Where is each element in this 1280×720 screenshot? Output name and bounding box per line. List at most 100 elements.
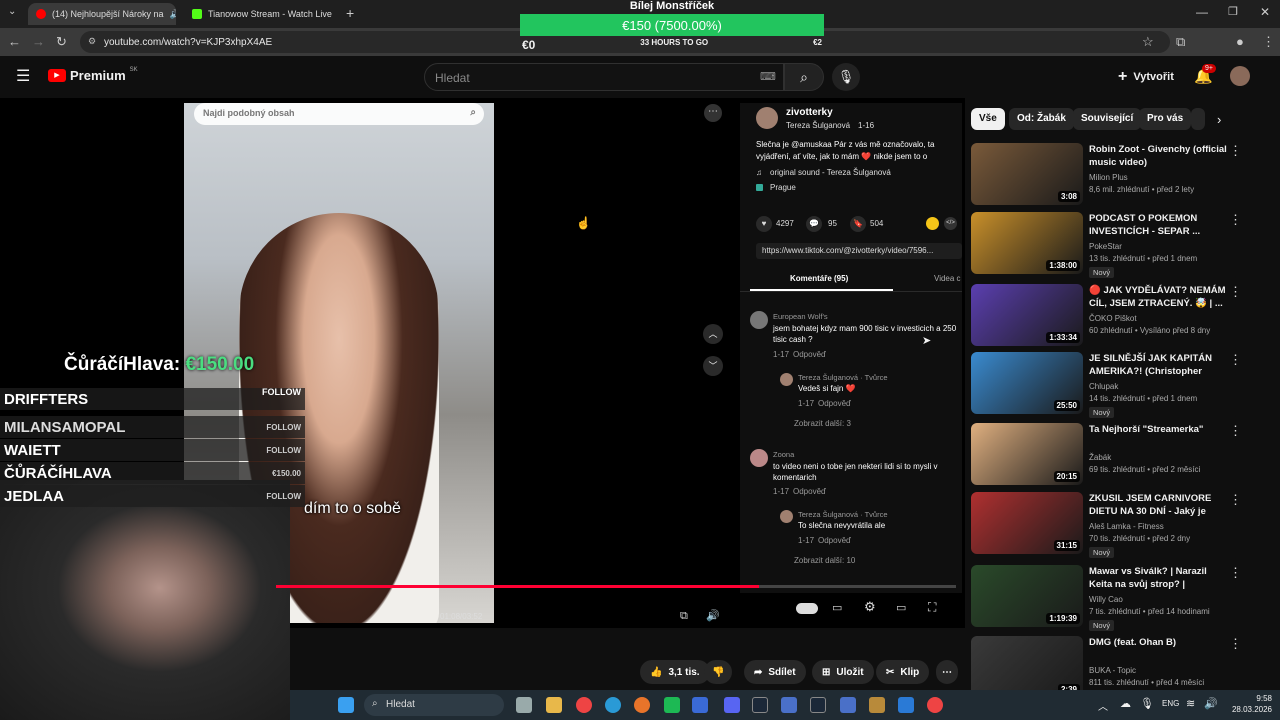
speaker-icon[interactable]: 🔊 [1204,697,1218,710]
app-icon[interactable] [840,697,856,713]
wifi-icon[interactable]: ≋ [1186,697,1195,710]
browser-tab-stream[interactable]: Tianowow Stream - Watch Live ✕ [184,3,338,25]
recommendation-item[interactable]: 1:38:00 PODCAST O POKEMON INVESTICÍCH - S… [971,212,1271,278]
more-vert-icon[interactable]: ⋮ [1229,636,1242,652]
video-thumbnail[interactable]: 20:15 [971,423,1083,485]
recommendation-item[interactable]: 1:33:34 🔴 JAK VYDĚLÁVAT? NEMÁM CÍL, JSEM … [971,284,1271,348]
video-thumbnail[interactable]: 1:19:39 [971,565,1083,627]
coin-icon[interactable] [926,217,939,230]
dislike-button[interactable]: 👎 [704,660,733,684]
search-button[interactable]: ⌕ [784,63,824,91]
video-thumbnail[interactable]: 1:33:34 [971,284,1083,346]
channel-name[interactable]: Milion Plus [1089,172,1239,184]
more-actions-button[interactable]: ⋯ [936,660,958,684]
menu-icon[interactable]: ⋮ [1262,34,1275,50]
hamburger-menu-icon[interactable]: ☰ [16,66,30,86]
channel-name[interactable]: Chlupak [1089,381,1239,393]
taskbar-search[interactable]: ⌕ Hledat [364,694,504,716]
video-title[interactable]: Robin Zoot - Givenchy (official music vi… [1089,143,1229,169]
chips-next-icon[interactable]: › [1217,112,1221,127]
autoplay-toggle[interactable] [796,603,818,614]
fullscreen-icon[interactable]: ⛶ [928,600,936,615]
picture-in-picture-icon[interactable]: ⧉ [680,610,688,623]
channel-name[interactable]: ČOKO Piškot [1089,313,1239,325]
youtube-logo[interactable]: ▶ Premium SK [48,67,138,83]
reply-author[interactable]: Tereza Šulganová · Tvůrce [798,510,888,519]
reload-icon[interactable]: ↻ [56,34,67,50]
steam-icon[interactable] [810,697,826,713]
reply-link[interactable]: Odpověď [793,487,826,496]
comment-author[interactable]: Zoona [773,450,794,459]
file-explorer-icon[interactable] [546,697,562,713]
volume-icon[interactable]: 🔊 [706,609,720,622]
reply-link[interactable]: Odpověď [818,536,851,545]
clock[interactable]: 9:58 28.03.2026 [1226,693,1272,715]
reply-avatar[interactable] [780,510,793,523]
more-options-icon[interactable]: ⋯ [704,104,722,122]
comment-avatar[interactable] [750,449,768,467]
video-link-field[interactable]: https://www.tiktok.com/@zivotterky/video… [756,243,962,259]
video-title[interactable]: PODCAST O POKEMON INVESTICÍCH - SEPAR ..… [1089,212,1229,238]
microphone-icon[interactable]: 🎙 [1140,697,1154,710]
account-avatar[interactable] [1230,66,1250,86]
more-vert-icon[interactable]: ⋮ [1229,492,1242,508]
video-progress-bar[interactable] [276,585,956,588]
video-title[interactable]: DMG (feat. Ohan B) [1089,636,1229,649]
sound-name[interactable]: original sound - Tereza Šulganová [770,168,891,177]
creator-username[interactable]: zivotterky [786,107,833,118]
tab-search-icon[interactable]: ⌄ [8,6,16,17]
chrome-icon[interactable] [927,697,943,713]
video-title[interactable]: Ta Nejhorší "Streamerka" [1089,423,1229,436]
new-tab-icon[interactable]: + [346,5,354,21]
video-thumbnail[interactable]: 25:50 [971,352,1083,414]
firefox-icon[interactable] [634,697,650,713]
create-button[interactable]: + Vytvořit [1118,68,1174,86]
video-title[interactable]: ZKUSIL JSEM CARNIVORE DIETU NA 30 DNÍ - … [1089,492,1229,518]
recommendation-item[interactable]: 3:08 Robin Zoot - Givenchy (official musi… [971,143,1271,207]
theater-mode-icon[interactable]: ▭ [896,601,906,614]
windows-start-icon[interactable] [338,697,354,713]
reply-avatar[interactable] [780,373,793,386]
recommendation-item[interactable]: 20:15 Ta Nejhorší "Streamerka" Žabák 69 tis… [971,423,1271,487]
reply-link[interactable]: Odpověď [793,350,826,359]
maximize-icon[interactable]: ❐ [1228,5,1238,18]
bookmark-star-icon[interactable]: ☆ [1142,34,1154,50]
clip-button[interactable]: ✂ Klip [876,660,930,684]
subtitles-icon[interactable]: ▭ [832,601,842,614]
browser-tab-youtube[interactable]: (14) Nejhloupější Nároky na 🔊 ✕ [28,3,176,25]
video-title[interactable]: 🔴 JAK VYDĚLÁVAT? NEMÁM CÍL, JSEM ZTRACEN… [1089,284,1229,310]
task-view-icon[interactable] [516,697,532,713]
voice-search-button[interactable]: 🎙 [832,63,860,91]
chip-all[interactable]: Vše [971,108,1005,130]
creator-avatar[interactable] [756,107,778,129]
video-thumbnail[interactable]: 31:15 [971,492,1083,554]
extensions-icon[interactable]: ⧉ [1176,34,1185,50]
forward-icon[interactable]: → [32,34,45,49]
more-vert-icon[interactable]: ⋮ [1229,284,1242,300]
comment-avatar[interactable] [750,311,768,329]
reply-link[interactable]: Odpověď [818,399,851,408]
more-replies-link[interactable]: Zobrazit další: 10 [794,556,855,565]
channel-name[interactable]: Žabák [1089,452,1239,464]
chip-from-channel[interactable]: Od: Žabák [1009,108,1074,130]
system-tray-chevron-icon[interactable]: ︿ [1098,698,1108,713]
chip-more[interactable] [1191,108,1205,130]
recommendation-item[interactable]: 31:15 ZKUSIL JSEM CARNIVORE DIETU NA 30 D… [971,492,1271,558]
save-button[interactable]: ⊞ Uložit [812,660,874,684]
keyboard-icon[interactable]: ⌨ [760,70,776,83]
video-thumbnail[interactable]: 1:38:00 [971,212,1083,274]
reply-author[interactable]: Tereza Šulganová · Tvůrce [798,373,888,382]
chip-related[interactable]: Související [1073,108,1142,130]
comment-author[interactable]: European Wolf's [773,312,828,321]
share-button[interactable]: ➦ Sdílet [744,660,806,684]
spotify-icon[interactable] [664,697,680,713]
comment-icon[interactable]: 💬 [806,216,822,232]
tiktok-search-field[interactable]: Najdi podobný obsah ⌕ [194,103,484,125]
channel-name[interactable]: BUKA - Topic [1089,665,1239,677]
search-input[interactable]: Hledat [424,63,784,91]
chrome-icon[interactable] [576,697,592,713]
app-icon[interactable] [898,697,914,713]
video-thumbnail[interactable]: 3:08 [971,143,1083,205]
recommendation-item[interactable]: 25:50 JE SILNĚJŠÍ JAK KAPITÁN AMERIKA?! (… [971,352,1271,418]
settings-gear-icon[interactable]: ⚙ [864,599,876,615]
